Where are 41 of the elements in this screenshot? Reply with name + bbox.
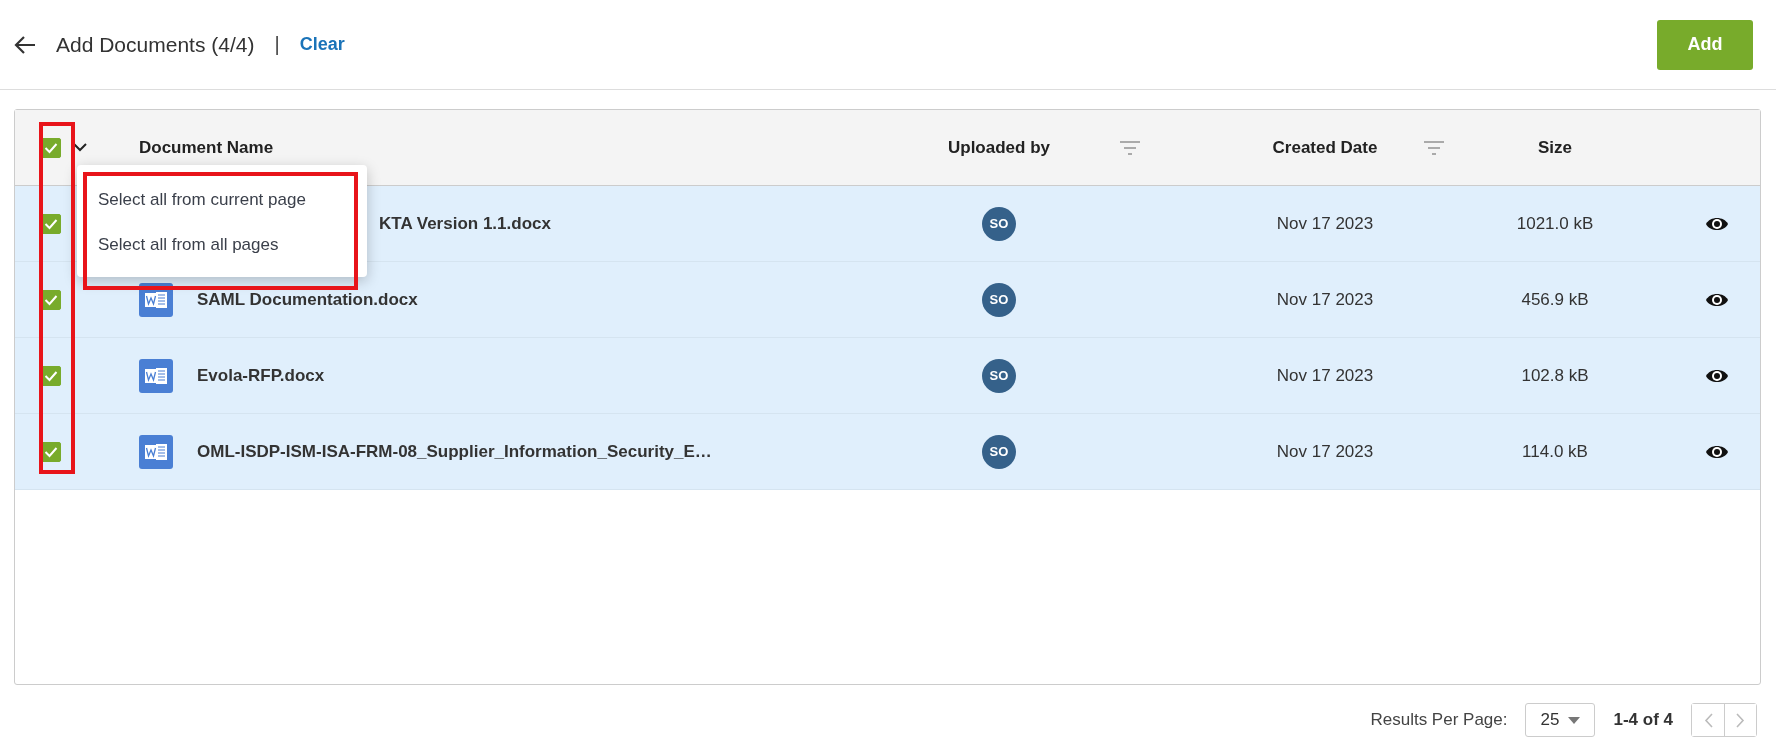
user-avatar: SO — [982, 206, 1016, 241]
column-header[interactable]: Uploaded by — [948, 137, 1050, 158]
column-header[interactable]: Document Name — [139, 137, 274, 158]
file-size: 456.9 kB — [1521, 289, 1589, 310]
row-checkbox[interactable] — [41, 441, 61, 462]
select-all-checkbox[interactable] — [41, 137, 61, 158]
chevron-left-icon — [1703, 712, 1713, 728]
row-checkbox[interactable] — [41, 213, 61, 234]
document-icon — [139, 358, 173, 393]
table-row[interactable]: SAML Documentation.docx SO Nov 17 2023 456.9 kB — [15, 262, 1760, 338]
created-date: Nov 17 2023 — [1276, 365, 1374, 386]
file-size: 102.8 kB — [1521, 365, 1589, 386]
user-avatar: SO — [982, 434, 1016, 469]
separator: | — [274, 33, 280, 56]
file-size: 114.0 kB — [1522, 441, 1588, 462]
created-date: Nov 17 2023 — [1276, 289, 1374, 310]
clear-link[interactable]: Clear — [299, 34, 345, 55]
chevron-down-icon[interactable] — [73, 143, 87, 152]
chevron-right-icon — [1736, 712, 1745, 728]
table-row[interactable]: OML-ISDP-ISM-ISA-FRM-08_Supplier_Information_Security_E… SO Nov 17 2023 114.0 kB — [15, 414, 1760, 490]
created-date: Nov 17 2023 — [1276, 441, 1374, 462]
page-title: Add Documents (4/4) — [56, 32, 255, 57]
column-header[interactable]: Size — [1538, 137, 1572, 158]
user-avatar: SO — [982, 282, 1016, 317]
created-date: Nov 17 2023 — [1276, 213, 1374, 234]
row-checkbox[interactable] — [41, 289, 61, 310]
dropdown-caret-icon — [1568, 716, 1581, 724]
per-page-select[interactable]: 25 — [1525, 703, 1596, 737]
column-header[interactable]: Created Date — [1272, 137, 1378, 158]
document-name: OML-ISDP-ISM-ISA-FRM-08_Supplier_Information_Security_E… — [197, 441, 712, 462]
file-size: 1021.0 kB — [1516, 213, 1594, 234]
document-name: KTA Version 1.1.docx — [379, 213, 551, 234]
row-checkbox[interactable] — [41, 365, 61, 386]
results-per-page-label: Results Per Page: — [1370, 710, 1508, 730]
document-name: Evola-RFP.docx — [197, 365, 325, 386]
table-row[interactable]: Evola-RFP.docx SO Nov 17 2023 102.8 kB — [15, 338, 1760, 414]
document-name: SAML Documentation.docx — [197, 289, 418, 310]
user-avatar: SO — [982, 358, 1016, 393]
document-icon — [139, 434, 173, 469]
back-arrow-icon[interactable] — [14, 35, 36, 54]
page-range: 1-4 of 4 — [1613, 710, 1673, 730]
